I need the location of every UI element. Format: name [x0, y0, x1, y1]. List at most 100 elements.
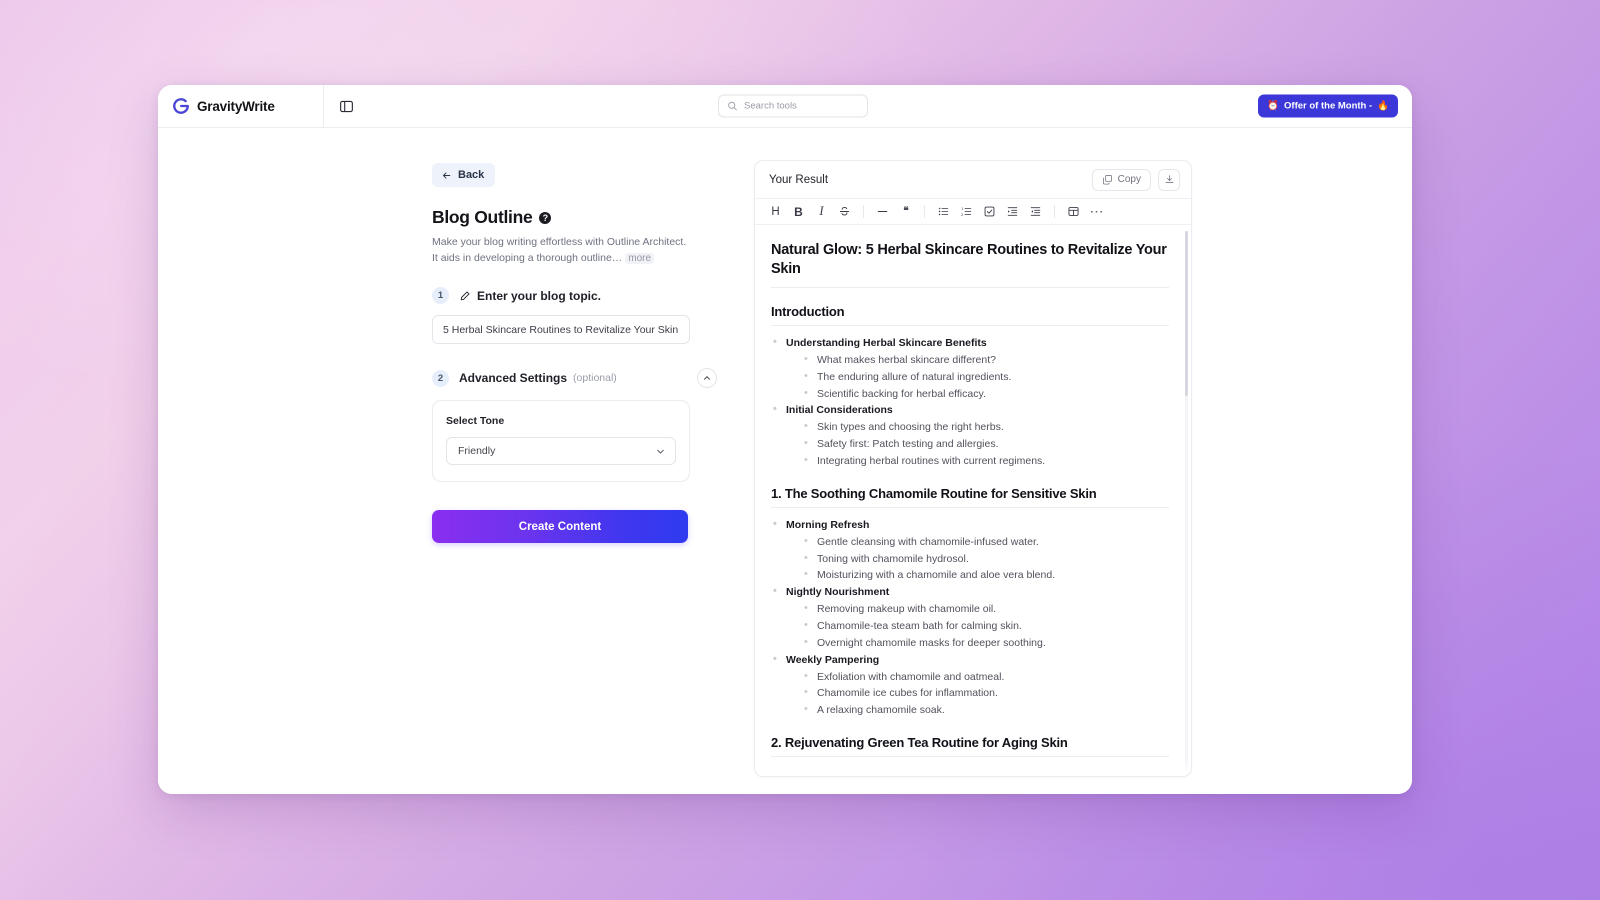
result-column: Your Result Copy H B I ❝ 1 2 ⋯ Natural G… [754, 128, 1412, 794]
toolbar-ordered-list-button[interactable]: 1 2 [956, 201, 977, 222]
list-item: Scientific backing for herbal efficacy. [802, 386, 1169, 403]
outline-sub-list: Removing makeup with chamomile oil. Cham… [802, 601, 1169, 651]
back-button[interactable]: Back [432, 163, 496, 187]
document-outline-list: Understanding Herbal Skincare Benefits W… [771, 335, 1169, 470]
svg-text:2: 2 [961, 213, 963, 217]
offer-of-the-month-button[interactable]: ⏰ Offer of the Month - 🔥 [1258, 94, 1398, 118]
list-item: Chamomile-tea steam bath for calming ski… [802, 618, 1169, 635]
document-scrollbar-thumb[interactable] [1185, 231, 1188, 396]
step-1-number: 1 [432, 287, 449, 304]
outline-group: Weekly Pampering Exfoliation with chamom… [771, 652, 1169, 719]
outline-group-title: Initial Considerations [786, 402, 1169, 419]
step-2-label-row: Advanced Settings (optional) [459, 371, 617, 385]
step-1-label-row: Enter your blog topic. [459, 289, 601, 303]
list-item: Moisturizing with a chamomile and aloe v… [802, 567, 1169, 584]
search-icon [727, 101, 738, 112]
advanced-settings-collapse-button[interactable] [697, 368, 717, 388]
search-box[interactable] [718, 94, 868, 118]
list-item: Integrating herbal routines with current… [802, 453, 1169, 470]
document-section-heading: Introduction [771, 304, 1169, 326]
outline-sub-item: Chamomile-tea steam bath for calming ski… [817, 618, 1169, 635]
select-tone-dropdown[interactable]: Friendly [446, 437, 676, 465]
outline-sub-item: Gentle cleansing with chamomile-infused … [817, 534, 1169, 551]
list-item: Skin types and choosing the right herbs. [802, 419, 1169, 436]
page-title-row: Blog Outline ? [432, 207, 552, 228]
content-fade-overlay [755, 758, 1191, 776]
toolbar-strikethrough-button[interactable] [834, 201, 855, 222]
outline-group: Understanding Herbal Skincare Benefits W… [771, 335, 1169, 402]
toolbar-check-list-button[interactable] [979, 201, 1000, 222]
outline-sub-list: Gentle cleansing with chamomile-infused … [802, 534, 1169, 584]
panel-layout-icon[interactable] [338, 98, 354, 114]
help-icon[interactable]: ? [539, 211, 552, 224]
toolbar-more-options-button[interactable]: ⋯ [1086, 201, 1107, 222]
toolbar-horizontal-rule-button[interactable] [872, 201, 893, 222]
outline-sub-list: Exfoliation with chamomile and oatmeal. … [802, 669, 1169, 719]
list-item: Exfoliation with chamomile and oatmeal. [802, 669, 1169, 686]
top-bar: GravityWrite ⏰ Offer of the Month - 🔥 [158, 85, 1412, 128]
read-more-link[interactable]: more [625, 252, 655, 264]
page-title: Blog Outline [432, 207, 533, 227]
toolbar-blockquote-button[interactable]: ❝ [895, 201, 916, 222]
toolbar-italic-button[interactable]: I [811, 201, 832, 222]
list-item: A relaxing chamomile soak. [802, 702, 1169, 719]
editor-toolbar: H B I ❝ 1 2 ⋯ [755, 198, 1191, 225]
list-item: Removing makeup with chamomile oil. [802, 601, 1169, 618]
toolbar-indent-button[interactable] [1002, 201, 1023, 222]
create-content-button[interactable]: Create Content [432, 510, 688, 543]
copy-button-label: Copy [1117, 174, 1141, 185]
outline-sub-list: What makes herbal skincare different? Th… [802, 352, 1169, 402]
arrow-left-icon [441, 170, 452, 181]
toolbar-bullet-list-button[interactable] [933, 201, 954, 222]
chevron-up-icon [702, 373, 712, 383]
outline-sub-item: What makes herbal skincare different? [817, 352, 1169, 369]
list-item: The enduring allure of natural ingredien… [802, 369, 1169, 386]
outline-sub-item: Skin types and choosing the right herbs. [817, 419, 1169, 436]
copy-button[interactable]: Copy [1091, 168, 1151, 191]
brand-zone: GravityWrite [158, 85, 324, 128]
fire-icon: 🔥 [1377, 100, 1389, 112]
result-card: Your Result Copy H B I ❝ 1 2 ⋯ Natural G… [754, 160, 1192, 777]
alarm-clock-icon: ⏰ [1267, 100, 1280, 112]
toolbar-bold-button[interactable]: B [788, 201, 809, 222]
copy-icon [1102, 174, 1113, 185]
toolbar-divider [1054, 205, 1055, 218]
svg-text:1: 1 [961, 207, 963, 211]
select-tone-value: Friendly [458, 445, 496, 457]
outline-sub-item: A relaxing chamomile soak. [817, 702, 1169, 719]
outline-group-title: Nightly Nourishment [786, 584, 1169, 601]
pencil-icon [459, 290, 471, 302]
toolbar-divider [863, 205, 864, 218]
step-1-header: 1 Enter your blog topic. [432, 287, 601, 304]
outline-sub-item: Scientific backing for herbal efficacy. [817, 386, 1169, 403]
list-item: What makes herbal skincare different? [802, 352, 1169, 369]
search-input[interactable] [744, 100, 859, 112]
toolbar-divider [924, 205, 925, 218]
toolbar-heading-button[interactable]: H [765, 201, 786, 222]
toolbar-outdent-button[interactable] [1025, 201, 1046, 222]
outline-group-title: Weekly Pampering [786, 652, 1169, 669]
outline-sub-item: Removing makeup with chamomile oil. [817, 601, 1169, 618]
outline-group: Nightly Nourishment Removing makeup with… [771, 584, 1169, 651]
main-content: Back Blog Outline ? Make your blog writi… [158, 128, 1412, 794]
result-header-actions: Copy [1091, 168, 1180, 191]
outline-group-title: Understanding Herbal Skincare Benefits [786, 335, 1169, 352]
list-item: Chamomile ice cubes for inflammation. [802, 685, 1169, 702]
list-item: Overnight chamomile masks for deeper soo… [802, 635, 1169, 652]
result-document-scroll[interactable]: Natural Glow: 5 Herbal Skincare Routines… [755, 225, 1191, 776]
outline-sub-item: Exfoliation with chamomile and oatmeal. [817, 669, 1169, 686]
download-button[interactable] [1158, 168, 1180, 191]
left-rail [158, 128, 324, 794]
step-2-number: 2 [432, 369, 449, 387]
blog-topic-input[interactable] [432, 315, 690, 344]
list-item: Gentle cleansing with chamomile-infused … [802, 534, 1169, 551]
toolbar-table-button[interactable] [1063, 201, 1084, 222]
document-section-heading: 1. The Soothing Chamomile Routine for Se… [771, 486, 1169, 508]
outline-sub-item: Toning with chamomile hydrosol. [817, 551, 1169, 568]
select-tone-label: Select Tone [446, 415, 505, 427]
step-2-label-group: 2 Advanced Settings (optional) [432, 369, 617, 387]
back-button-label: Back [458, 169, 485, 181]
page-description: Make your blog writing effortless with O… [432, 235, 690, 266]
step-2-label: Advanced Settings [459, 371, 568, 385]
step-1-label: Enter your blog topic. [477, 288, 602, 303]
